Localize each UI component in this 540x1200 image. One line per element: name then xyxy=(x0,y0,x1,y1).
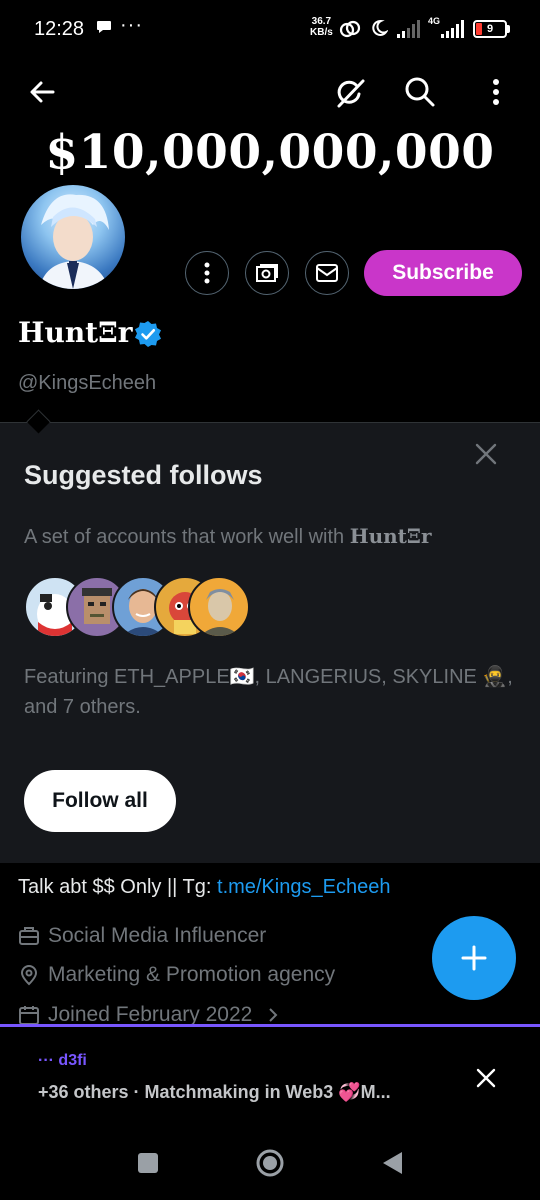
chat-notification-icon xyxy=(97,21,111,33)
avatar[interactable] xyxy=(18,182,128,292)
briefcase-icon xyxy=(19,927,39,945)
hotspot-link-icon xyxy=(339,20,361,38)
signal-strength-icon xyxy=(397,20,420,38)
system-back-button[interactable] xyxy=(380,1150,404,1176)
status-time: 12:28 xyxy=(34,18,85,40)
more-vertical-icon xyxy=(204,262,210,284)
calendar-icon xyxy=(19,1006,39,1025)
search-icon xyxy=(405,77,435,107)
profile-category: Social Media Influencer xyxy=(18,924,266,948)
live-space-bar[interactable] xyxy=(0,1027,540,1122)
close-space-button[interactable] xyxy=(466,1058,506,1098)
back-button[interactable] xyxy=(22,72,62,112)
profile-location: Marketing & Promotion agency xyxy=(18,963,335,987)
space-progress-line xyxy=(0,1024,540,1027)
money-icon xyxy=(256,264,278,282)
suggested-avatars[interactable] xyxy=(24,576,264,638)
recents-button[interactable] xyxy=(138,1153,158,1173)
chevron-right-icon xyxy=(269,1008,278,1022)
plus-icon xyxy=(461,945,487,971)
more-options-button[interactable] xyxy=(476,72,516,112)
bio: Talk abt $$ Only || Tg: t.me/Kings_Echee… xyxy=(18,876,391,898)
net-speed: 36.7 KB/s xyxy=(310,16,333,38)
card-divider xyxy=(0,422,540,423)
grok-button[interactable] xyxy=(330,74,370,114)
close-icon xyxy=(476,1068,496,1088)
envelope-icon xyxy=(316,264,338,282)
battery-icon: 9 xyxy=(473,20,507,38)
arrow-left-icon xyxy=(30,81,55,103)
display-name: HuntΞr xyxy=(18,316,133,349)
suggested-avatar xyxy=(188,576,250,638)
featuring-text: Featuring ETH_APPLE🇰🇷, LANGERIUS, SKYLIN… xyxy=(24,666,513,718)
more-notifications-icon: ··· xyxy=(120,14,143,36)
banner-text: $10,000,000,000 xyxy=(45,125,495,180)
do-not-disturb-moon-icon xyxy=(372,19,388,36)
space-description: +36 others · Matchmaking in Web3 💞M... xyxy=(38,1082,391,1102)
grok-icon xyxy=(337,79,365,108)
suggested-subtitle: A set of accounts that work well with Hu… xyxy=(24,524,432,548)
follow-all-button[interactable]: Follow all xyxy=(24,770,176,832)
profile-more-button[interactable] xyxy=(185,251,229,295)
home-button[interactable] xyxy=(254,1147,286,1179)
tip-button[interactable] xyxy=(245,251,289,295)
location-pin-icon xyxy=(20,965,38,986)
status-bar: 12:28 ··· 36.7 KB/s 4G 9 xyxy=(0,0,540,60)
handle: @KingsEcheeh xyxy=(18,372,157,394)
avatar-illustration xyxy=(39,194,109,289)
close-icon xyxy=(475,443,497,465)
battery-tip xyxy=(507,25,510,33)
network-type: 4G xyxy=(428,16,441,26)
verified-badge-icon xyxy=(135,321,161,347)
space-host: ··· d3fi xyxy=(38,1052,87,1069)
message-button[interactable] xyxy=(305,251,349,295)
bio-link[interactable]: t.me/Kings_Echeeh xyxy=(217,876,390,898)
suggested-title: Suggested follows xyxy=(24,460,263,490)
more-vertical-icon xyxy=(493,79,499,105)
dismiss-suggestions-button[interactable] xyxy=(466,434,506,474)
search-button[interactable] xyxy=(400,72,440,112)
compose-button[interactable] xyxy=(432,916,516,1000)
subscribe-button[interactable]: Subscribe xyxy=(364,250,522,296)
signal-strength-icon-2 xyxy=(441,20,464,38)
